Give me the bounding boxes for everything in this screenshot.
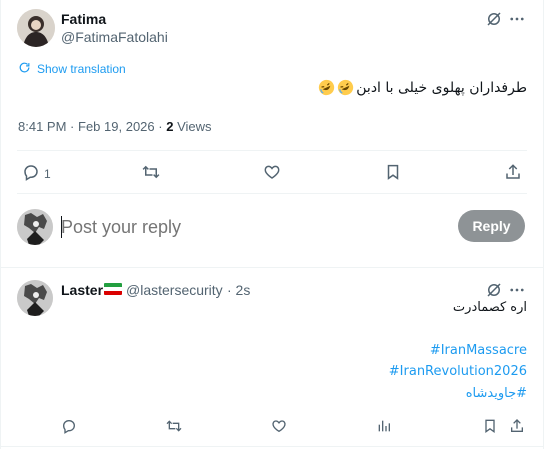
reply-submit-button[interactable]: Reply [458, 210, 525, 242]
reply-button[interactable] [61, 418, 77, 437]
views-label: Views [177, 119, 212, 134]
reply-author-handle[interactable]: @lastersecurity [126, 282, 223, 298]
tweet-date[interactable]: Feb 19, 2026 [78, 119, 155, 134]
show-translation-link[interactable]: Show translation [18, 61, 126, 77]
user-avatar[interactable] [17, 209, 53, 245]
more-icon[interactable] [507, 280, 527, 300]
share-icon [504, 163, 522, 184]
reply-author-name[interactable]: Laster [61, 282, 103, 298]
translate-icon [18, 61, 31, 77]
bookmark-icon [384, 163, 402, 184]
reply-text: اره کصمادرت [452, 300, 527, 315]
reply-count: 1 [44, 166, 51, 181]
iran-flag [104, 283, 122, 295]
author-avatar[interactable] [17, 9, 55, 47]
retweet-button[interactable] [165, 418, 183, 437]
grok-icon[interactable] [484, 9, 504, 29]
retweet-button[interactable] [141, 163, 161, 184]
views-count: 2 [166, 119, 174, 134]
hashtag-link[interactable]: #جاویدشاه [466, 386, 527, 401]
hashtag-link[interactable]: #IranRevolution2026 [389, 364, 527, 379]
tweet-meta: 8:41 PM · Feb 19, 2026 · 2 Views [18, 119, 212, 134]
rofl-emoji [337, 79, 354, 96]
tweet-time[interactable]: 8:41 PM [18, 119, 66, 134]
like-button[interactable] [263, 163, 281, 184]
reply-icon [61, 418, 77, 437]
text-caret [61, 216, 62, 238]
share-button[interactable] [509, 418, 525, 437]
reply-button[interactable]: 1 [22, 163, 51, 184]
hashtag-link[interactable]: #IranMassacre [430, 343, 527, 358]
reply-author-avatar[interactable] [17, 280, 53, 316]
like-icon [263, 163, 281, 184]
bookmark-button[interactable] [482, 418, 498, 437]
show-translation-label: Show translation [37, 62, 126, 76]
more-icon[interactable] [507, 9, 527, 29]
post-detail: Fatima @FatimaFatolahi Show translation … [0, 0, 544, 449]
like-button[interactable] [271, 418, 287, 437]
divider [17, 193, 527, 194]
author-name[interactable]: Fatima [61, 11, 106, 27]
grok-icon[interactable] [484, 280, 504, 300]
tweet-text-body: طرفداران پهلوی خیلی با ادبن [356, 79, 527, 96]
share-button[interactable] [504, 163, 522, 184]
bookmark-icon [482, 418, 498, 437]
divider [17, 150, 527, 151]
divider [1, 446, 543, 447]
meta-separator: · [70, 119, 75, 134]
bookmark-button[interactable] [384, 163, 402, 184]
reply-icon [22, 163, 40, 184]
retweet-icon [141, 163, 161, 184]
divider [1, 267, 543, 268]
views-icon [376, 418, 392, 437]
views-button[interactable] [376, 418, 392, 437]
retweet-icon [165, 418, 183, 437]
like-icon [271, 418, 287, 437]
rofl-emoji [318, 79, 335, 96]
reply-input[interactable] [61, 214, 441, 240]
tweet-text: طرفداران پهلوی خیلی با ادبن [318, 79, 527, 96]
author-handle[interactable]: @FatimaFatolahi [61, 29, 168, 45]
meta-separator: · [158, 119, 163, 134]
reply-timestamp[interactable]: · 2s [227, 282, 250, 298]
share-icon [509, 418, 525, 437]
